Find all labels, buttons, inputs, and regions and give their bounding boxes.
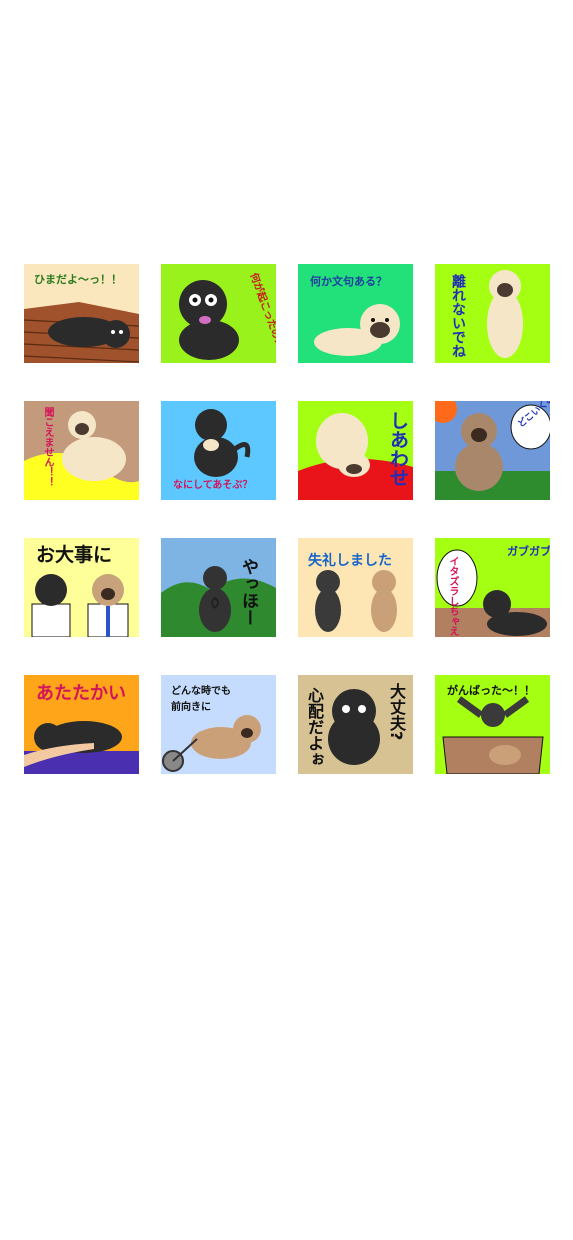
sticker-odaijini[interactable]: お大事に: [24, 538, 139, 637]
sticker-caption-line1: どんな時でも: [171, 686, 231, 697]
sticker-caption: お大事に: [36, 544, 113, 566]
sticker-caption: 何か文句ある？: [310, 275, 387, 288]
sticker-himadayo[interactable]: ひまだよ～っ！！: [24, 264, 139, 363]
sticker-caption: ガブガブ: [507, 545, 550, 558]
sticker-daijoubu[interactable]: 心配だよぉ 大丈夫?: [298, 675, 413, 774]
sticker-ganbatta[interactable]: がんばった～！！: [435, 675, 550, 774]
sticker-dokoikuno[interactable]: どこいくの？: [435, 401, 550, 500]
sticker-caption: ひまだよ～っ！！: [34, 273, 122, 286]
sticker-kikoemasen[interactable]: 聞こえません！！: [24, 401, 139, 500]
sticker-donnatokidemo[interactable]: どんな時でも 前向きに: [161, 675, 276, 774]
sticker-caption-bubble: イタズラしちゃえ: [447, 556, 458, 636]
sticker-caption: 離れないでね: [450, 274, 466, 358]
sticker-caption: 聞こえません！！: [42, 407, 53, 487]
sticker-caption: 失礼しました: [308, 553, 392, 569]
sticker-yahho[interactable]: やっほー: [161, 538, 276, 637]
sticker-caption-line2: 前向きに: [171, 702, 211, 713]
sticker-grid: ひまだよ～っ！！ 何が起こったの!? 何か文句ある？ 離れないでね 聞こえません…: [24, 264, 550, 774]
sticker-nanigaokotta[interactable]: 何が起こったの!?: [161, 264, 276, 363]
sticker-caption: やっほー: [238, 558, 258, 626]
sticker-hanarenaide[interactable]: 離れないでね: [435, 264, 550, 363]
sticker-shitsureishimashita[interactable]: 失礼しました: [298, 538, 413, 637]
sticker-caption: あたたかい: [36, 683, 126, 704]
pug-from-behind-mountains-image: [161, 566, 276, 637]
sticker-caption: がんばった～！！: [447, 684, 535, 697]
sticker-caption: なにしてあそぶ？: [173, 480, 253, 491]
sticker-nanikamonku[interactable]: 何か文句ある？: [298, 264, 413, 363]
sticker-nanishiteasobu[interactable]: なにしてあそぶ？: [161, 401, 276, 500]
sticker-caption-right: 大丈夫?: [387, 683, 406, 741]
sticker-caption: しあわせ: [387, 411, 409, 487]
sticker-gabugabu[interactable]: イタズラしちゃえ ガブガブ: [435, 538, 550, 637]
sticker-caption-left: 心配だよぉ: [305, 687, 324, 767]
sticker-shiawase[interactable]: しあわせ: [298, 401, 413, 500]
sticker-atatakai[interactable]: あたたかい: [24, 675, 139, 774]
